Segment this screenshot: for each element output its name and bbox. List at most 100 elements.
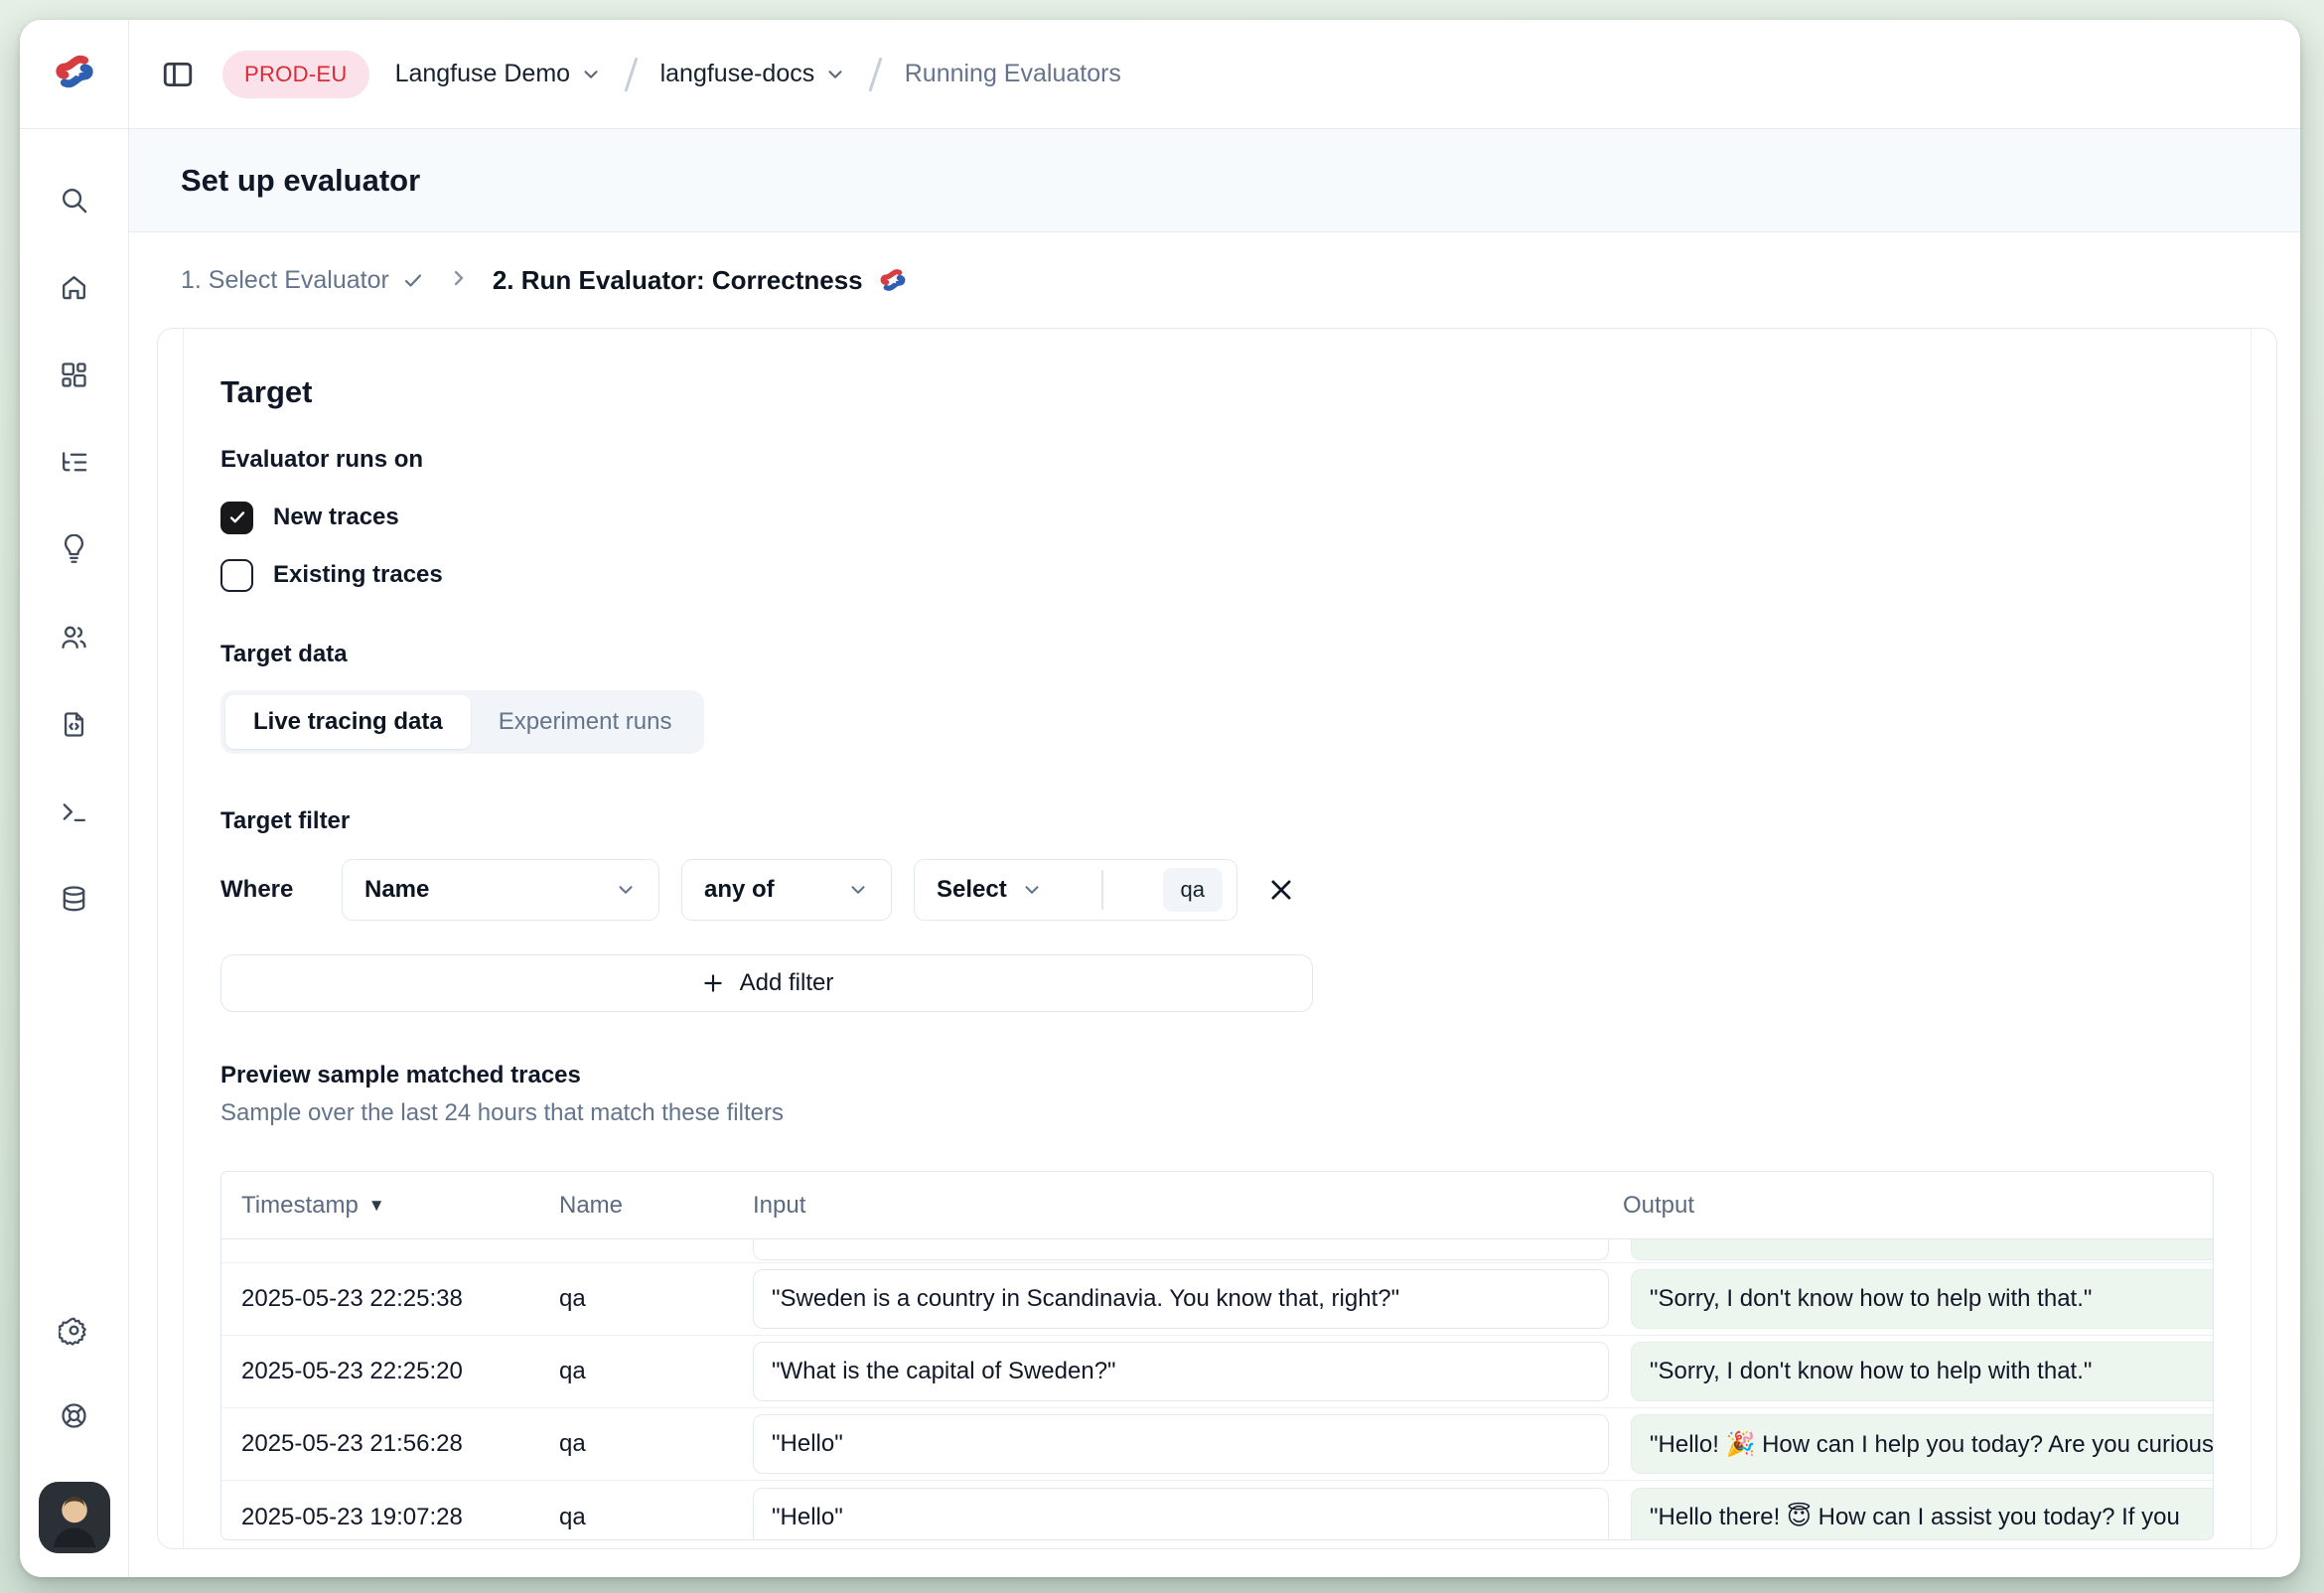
target-data-label: Target data bbox=[220, 641, 2214, 668]
filter-column-value: Name bbox=[364, 876, 429, 904]
filter-value-select[interactable]: Select qa bbox=[914, 859, 1237, 921]
search-icon bbox=[59, 185, 89, 216]
col-header-output[interactable]: Output bbox=[1623, 1192, 2213, 1220]
sidebar-item-terminal[interactable] bbox=[56, 793, 93, 830]
checkbox-row-existing-traces[interactable]: Existing traces bbox=[220, 553, 2214, 597]
settings-button[interactable] bbox=[56, 1311, 93, 1349]
sidebar-item-search[interactable] bbox=[56, 181, 93, 218]
add-filter-button[interactable]: Add filter bbox=[220, 954, 1313, 1012]
lifebuoy-icon bbox=[59, 1400, 89, 1431]
input-cell: "What is the capital of Sweden?" bbox=[753, 1342, 1609, 1401]
output-cell: "Sorry, I don't know how to help with th… bbox=[1631, 1342, 2214, 1401]
dashboard-icon bbox=[59, 360, 89, 390]
table-row[interactable]: 2025-05-23 21:56:28 qa "Hello" "Hello! 🎉… bbox=[221, 1408, 2213, 1481]
filter-value-placeholder: Select bbox=[937, 876, 1007, 904]
langfuse-logo-icon bbox=[48, 45, 101, 103]
breadcrumb-project[interactable]: langfuse-docs bbox=[660, 60, 847, 88]
segment-live-tracing[interactable]: Live tracing data bbox=[225, 695, 471, 749]
timestamp-header-label: Timestamp bbox=[241, 1192, 359, 1220]
support-button[interactable] bbox=[56, 1396, 93, 1434]
table-row[interactable]: 2025-05-23 22:25:20 qa "What is the capi… bbox=[221, 1336, 2213, 1408]
sidebar-item-tracing[interactable] bbox=[56, 443, 93, 481]
target-card: Target Evaluator runs on New traces Exis… bbox=[157, 328, 2277, 1549]
sort-desc-icon: ▼ bbox=[368, 1196, 385, 1216]
terminal-icon bbox=[59, 796, 89, 827]
target-filter-label: Target filter bbox=[220, 807, 2214, 835]
col-header-input[interactable]: Input bbox=[753, 1192, 1623, 1220]
gear-icon bbox=[59, 1315, 89, 1346]
input-cell: "Hello" bbox=[753, 1488, 1609, 1541]
user-avatar[interactable] bbox=[39, 1482, 110, 1553]
sidebar-nav bbox=[56, 181, 93, 918]
combo-divider bbox=[1101, 870, 1103, 910]
existing-traces-label: Existing traces bbox=[273, 561, 443, 589]
remove-filter-button[interactable] bbox=[1259, 868, 1303, 912]
step-separator bbox=[447, 266, 471, 295]
name-cell: qa bbox=[559, 1285, 753, 1313]
sidebar-item-home[interactable] bbox=[56, 268, 93, 306]
target-card-inner: Target Evaluator runs on New traces Exis… bbox=[183, 329, 2251, 1548]
list-tree-icon bbox=[59, 447, 89, 478]
breadcrumb-org[interactable]: Langfuse Demo bbox=[395, 60, 603, 88]
timestamp-cell: 2025-05-23 22:25:38 bbox=[221, 1285, 559, 1313]
chevron-down-icon bbox=[847, 879, 869, 901]
chevron-down-icon bbox=[824, 64, 846, 85]
lightbulb-icon bbox=[59, 534, 89, 565]
input-cell: "Hello" bbox=[753, 1414, 1609, 1474]
output-cell bbox=[1631, 1239, 2213, 1260]
filter-value-chip[interactable]: qa bbox=[1163, 868, 1223, 912]
filter-operator-select[interactable]: any of bbox=[681, 859, 892, 921]
preview-title: Preview sample matched traces bbox=[220, 1062, 2214, 1089]
evaluator-logo-icon bbox=[875, 262, 911, 298]
checkbox-row-new-traces[interactable]: New traces bbox=[220, 496, 2214, 539]
panel-left-icon bbox=[161, 58, 195, 91]
sidebar-item-users[interactable] bbox=[56, 618, 93, 655]
app-window: PROD-EU Langfuse Demo langfuse-docs Runn… bbox=[20, 20, 2300, 1577]
input-cell: "Sweden is a country in Scandinavia. You… bbox=[753, 1269, 1609, 1329]
col-header-timestamp[interactable]: Timestamp ▼ bbox=[221, 1192, 559, 1220]
filter-column-select[interactable]: Name bbox=[342, 859, 659, 921]
sidebar-item-datasets[interactable] bbox=[56, 880, 93, 918]
check-icon bbox=[401, 268, 425, 292]
table-row[interactable]: 2025-05-23 19:07:28 qa "Hello" "Hello th… bbox=[221, 1481, 2213, 1540]
where-label: Where bbox=[220, 876, 320, 904]
breadcrumb-page: Running Evaluators bbox=[905, 60, 1121, 88]
chevron-down-icon bbox=[615, 879, 637, 901]
step2-label: 2. Run Evaluator: Correctness bbox=[493, 265, 863, 296]
step-select-evaluator[interactable]: 1. Select Evaluator bbox=[181, 266, 425, 295]
users-icon bbox=[59, 622, 89, 652]
environment-badge[interactable]: PROD-EU bbox=[222, 51, 369, 98]
output-cell: "Hello there! 😇 How can I assist you tod… bbox=[1631, 1488, 2214, 1541]
check-icon bbox=[226, 507, 248, 528]
new-traces-checkbox[interactable] bbox=[220, 502, 253, 534]
chevron-right-icon bbox=[447, 266, 471, 290]
output-cell: "Sorry, I don't know how to help with th… bbox=[1631, 1269, 2214, 1329]
name-cell: qa bbox=[559, 1430, 753, 1458]
table-row[interactable]: 2025-05-23 22:25:38 qa "Sweden is a coun… bbox=[221, 1263, 2213, 1336]
timestamp-cell: 2025-05-23 19:07:28 bbox=[221, 1504, 559, 1531]
table-row-partial bbox=[221, 1239, 2213, 1263]
home-icon bbox=[59, 272, 89, 303]
target-heading: Target bbox=[220, 374, 2214, 410]
sidebar-toggle-button[interactable] bbox=[159, 56, 197, 93]
wizard-steps: 1. Select Evaluator 2. Run Evaluator: Co… bbox=[129, 232, 2300, 328]
add-filter-label: Add filter bbox=[740, 969, 834, 997]
main-area: PROD-EU Langfuse Demo langfuse-docs Runn… bbox=[129, 20, 2300, 1577]
sidebar bbox=[20, 20, 129, 1577]
sidebar-item-docs[interactable] bbox=[56, 705, 93, 743]
col-header-name[interactable]: Name bbox=[559, 1192, 753, 1220]
step-run-evaluator: 2. Run Evaluator: Correctness bbox=[493, 262, 911, 298]
preview-traces-table: Timestamp ▼ Name Input Output bbox=[220, 1171, 2214, 1540]
existing-traces-checkbox[interactable] bbox=[220, 559, 253, 592]
name-cell: qa bbox=[559, 1358, 753, 1385]
sidebar-item-evaluation[interactable] bbox=[56, 530, 93, 568]
segment-experiment-runs[interactable]: Experiment runs bbox=[471, 695, 700, 749]
new-traces-label: New traces bbox=[273, 504, 399, 531]
file-code-icon bbox=[59, 709, 89, 740]
chevron-down-icon bbox=[580, 64, 602, 85]
sidebar-item-dashboard[interactable] bbox=[56, 356, 93, 393]
plus-icon bbox=[700, 970, 726, 996]
database-icon bbox=[59, 884, 89, 915]
filter-row: Where Name any of Select bbox=[220, 859, 2214, 921]
breadcrumb-project-label: langfuse-docs bbox=[660, 60, 815, 88]
